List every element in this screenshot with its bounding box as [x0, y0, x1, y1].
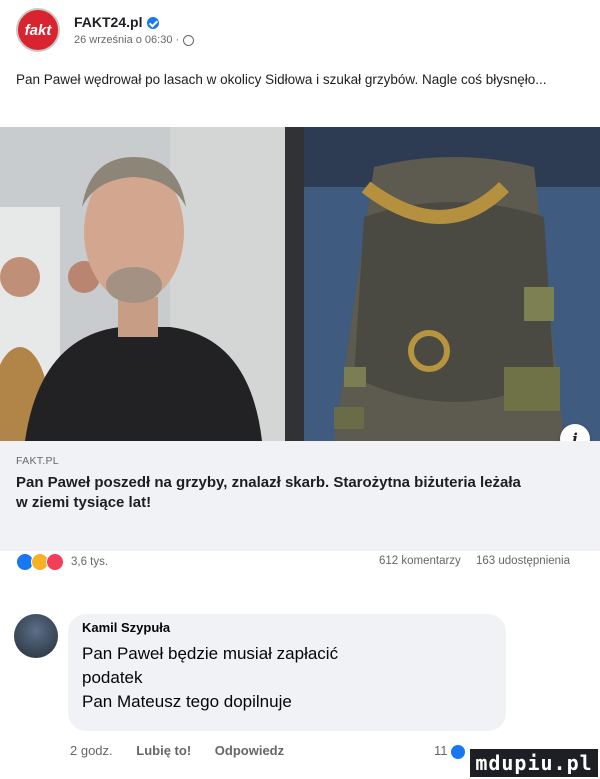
page-name: FAKT24.pl	[74, 14, 143, 30]
treasure-photo	[304, 127, 600, 441]
verified-badge-icon	[147, 17, 160, 30]
reactions-count: 3,6 tys.	[71, 556, 109, 568]
commenter-avatar[interactable]	[14, 614, 58, 658]
comment-line-2: podatek	[82, 668, 143, 687]
globe-icon	[183, 34, 195, 46]
page-name-link[interactable]: FAKT24.pl	[74, 14, 160, 30]
comment-reply-button[interactable]: Odpowiedz	[215, 743, 284, 758]
comment-like-count[interactable]: 11	[434, 743, 465, 759]
post-timestamp[interactable]: 26 września o 06:30 ·	[74, 34, 195, 46]
man-photo	[0, 127, 304, 441]
comment-line-3: Pan Mateusz tego dopilnuje	[82, 692, 292, 711]
post-header: fakt FAKT24.pl 26 września o 06:30 ·	[16, 8, 576, 52]
comment-text: Pan Paweł będzie musiał zapłacić podatek…	[82, 642, 492, 714]
comment-actions: 2 godz. Lubię to! Odpowiedz	[70, 743, 304, 758]
post-stats: 3,6 tys. 612 komentarzy 163 udostępnieni…	[16, 553, 586, 573]
page-logo-text: fakt	[24, 21, 52, 39]
comment-like-button[interactable]: Lubię to!	[136, 743, 191, 758]
comment-line-1: Pan Paweł będzie musiał zapłacić	[82, 644, 339, 663]
page-avatar[interactable]: fakt	[16, 8, 60, 52]
like-icon	[450, 744, 465, 759]
timestamp-text: 26 września o 06:30 ·	[74, 34, 180, 46]
love-reaction-icon	[46, 553, 64, 571]
watermark-logo: mdupiu.pl	[468, 747, 600, 779]
comment: Kamil Szypuła Pan Paweł będzie musiał za…	[14, 610, 574, 731]
post-photo[interactable]	[0, 127, 600, 441]
comments-count[interactable]: 612 komentarzy	[379, 555, 461, 567]
shares-count[interactable]: 163 udostępnienia	[476, 555, 570, 567]
link-title: Pan Paweł poszedł na grzyby, znalazł ska…	[16, 474, 521, 511]
link-preview[interactable]: FAKT.PL Pan Paweł poszedł na grzyby, zna…	[0, 441, 600, 551]
comment-time[interactable]: 2 godz.	[70, 743, 113, 758]
comment-like-count-text: 11	[434, 743, 448, 758]
reactions-summary[interactable]: 3,6 tys.	[16, 553, 108, 571]
post-text: Pan Paweł wędrował po lasach w okolicy S…	[16, 72, 547, 87]
stats-right: 612 komentarzy 163 udostępnienia	[367, 555, 570, 567]
comment-author[interactable]: Kamil Szypuła	[82, 620, 170, 635]
link-source: FAKT.PL	[16, 455, 59, 467]
